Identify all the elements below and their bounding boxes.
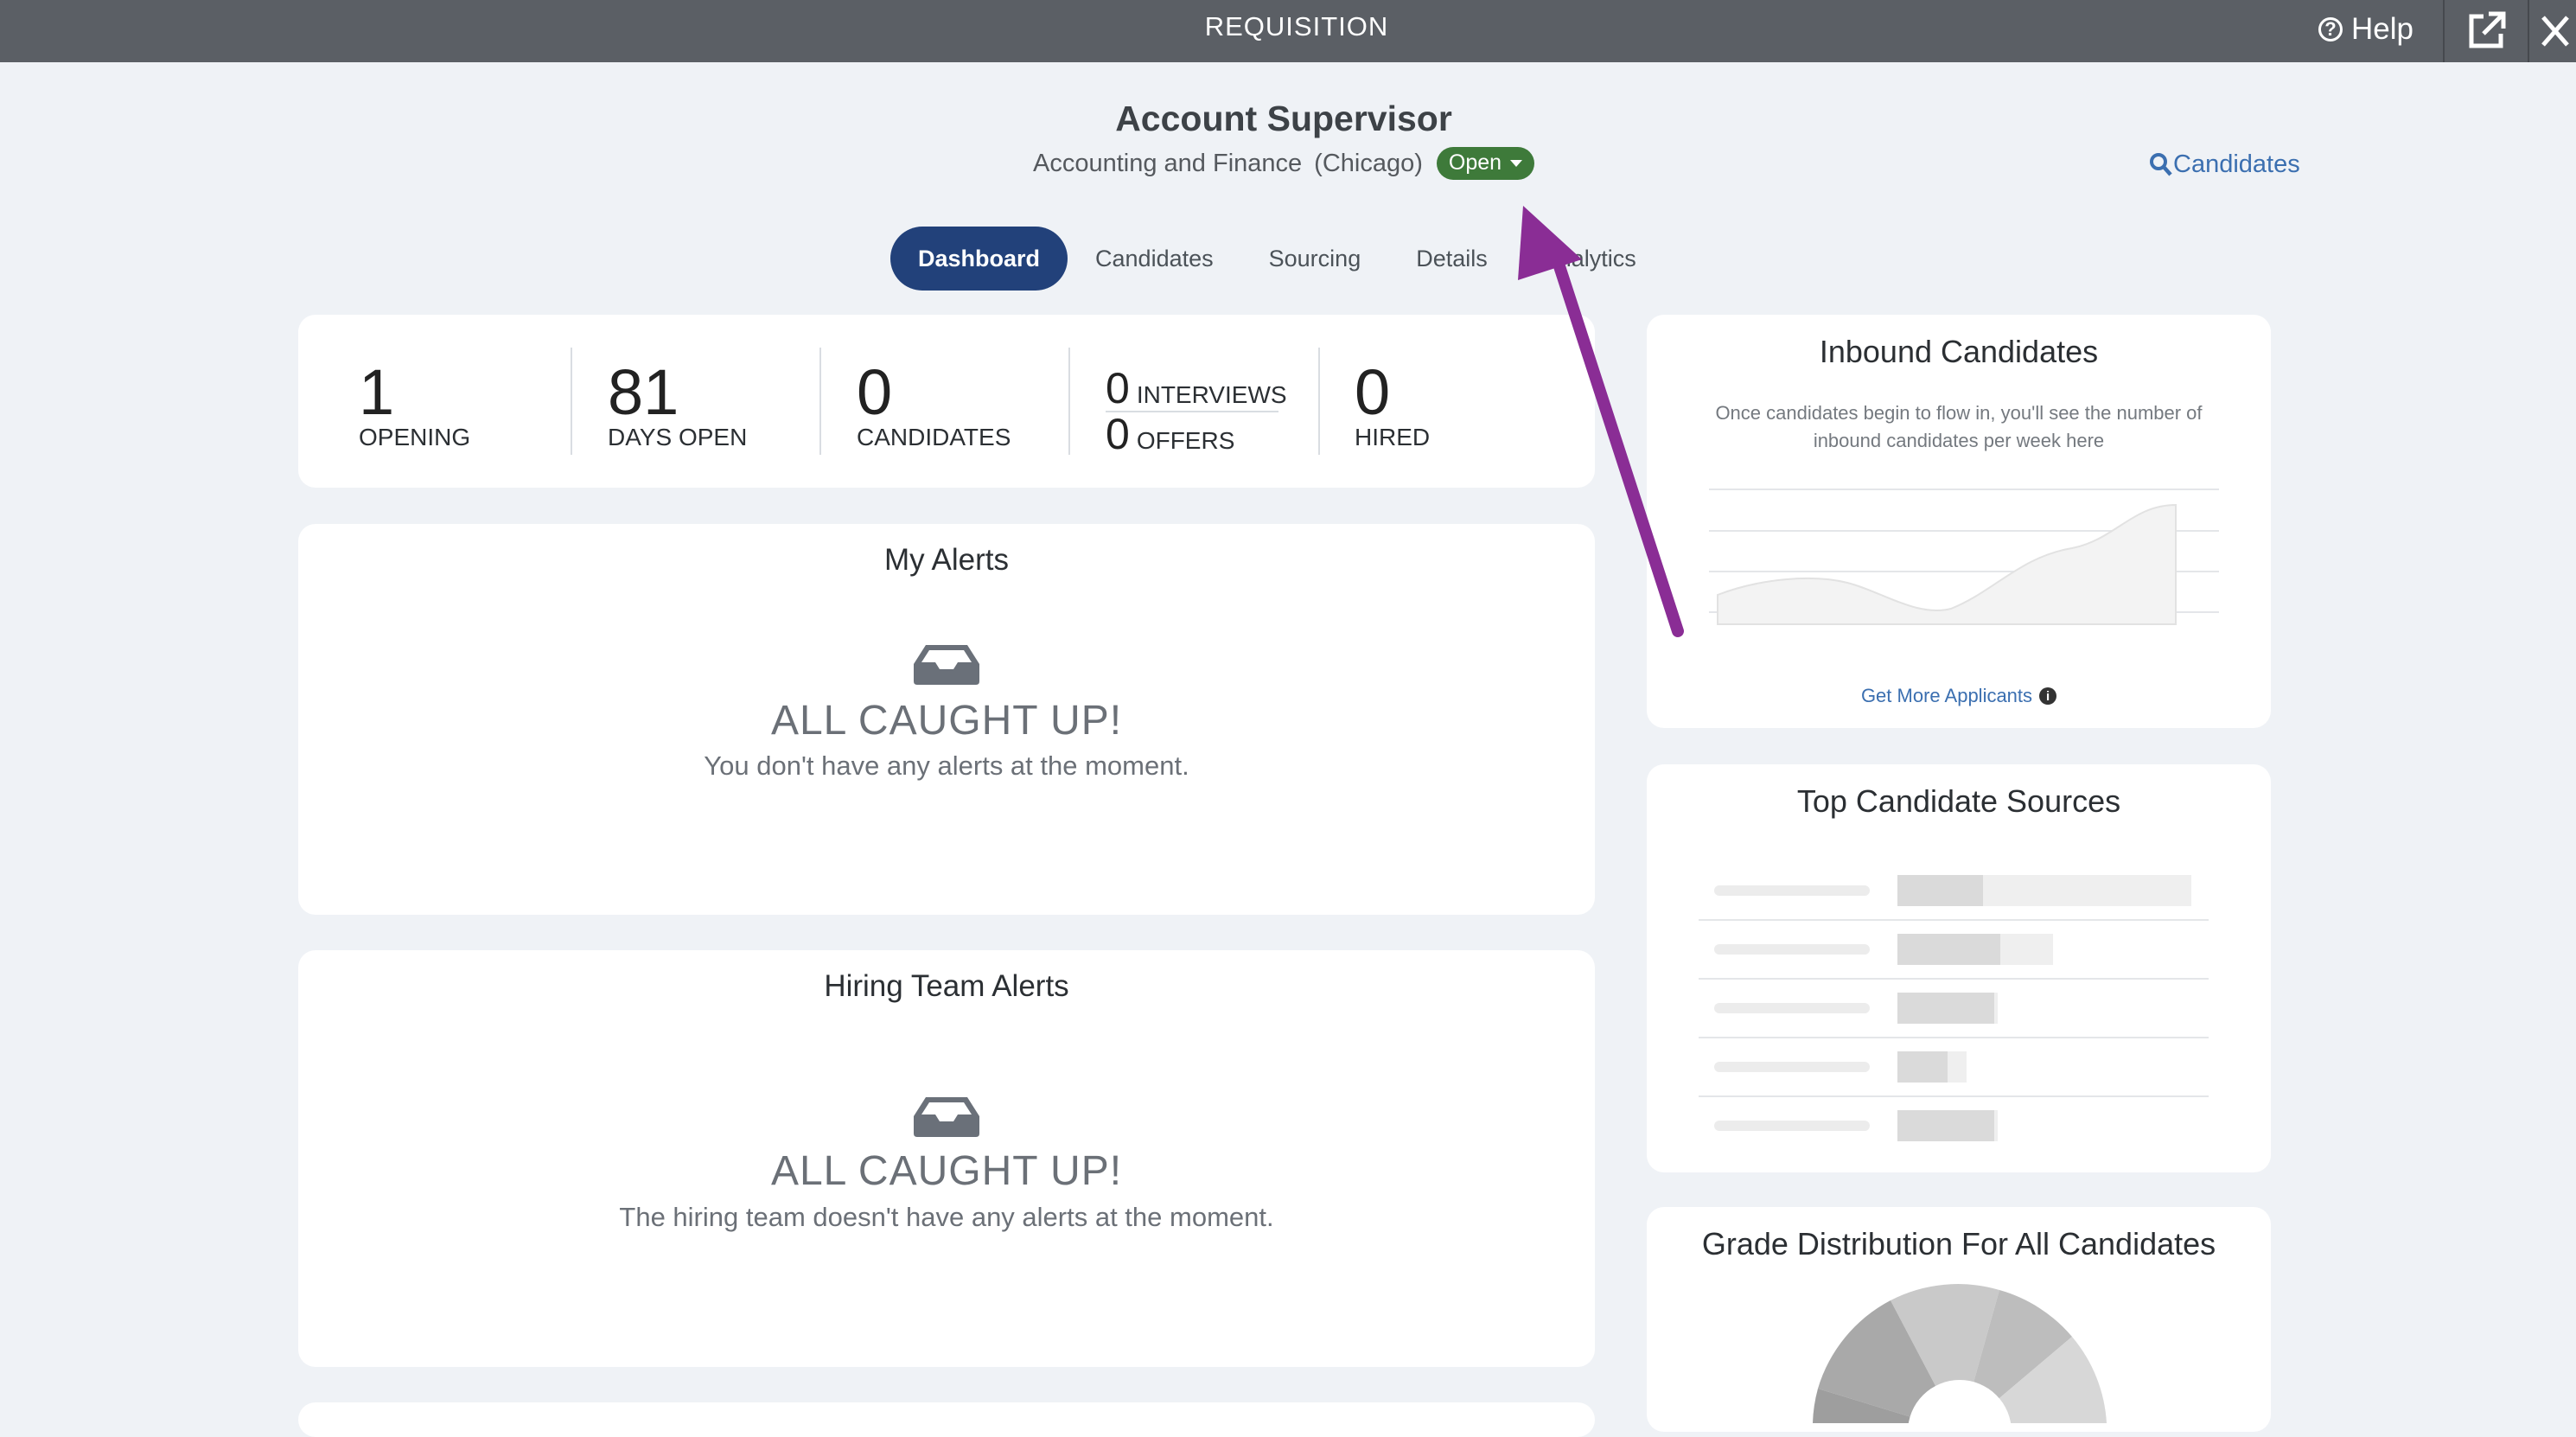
my-alerts-title: My Alerts xyxy=(884,543,1009,577)
source-bar xyxy=(1897,1051,1948,1083)
get-more-applicants-link[interactable]: Get More Applicants i xyxy=(1647,685,2271,707)
inbox-tray-icon xyxy=(914,1097,979,1137)
requisition-tabs: Dashboard Candidates Sourcing Details An… xyxy=(890,227,1664,291)
help-label: Help xyxy=(2351,12,2413,46)
stat-value: 1 xyxy=(359,356,395,428)
tab-candidates[interactable]: Candidates xyxy=(1068,227,1241,291)
requisition-title: Account Supervisor xyxy=(1115,99,1452,138)
close-icon xyxy=(2541,16,2569,47)
status-label: Open xyxy=(1448,150,1502,175)
tab-details[interactable]: Details xyxy=(1388,227,1515,291)
stat-candidates: 0 CANDIDATES xyxy=(857,356,1011,450)
no-alerts-message: You don't have any alerts at the moment. xyxy=(704,750,1189,781)
source-label-placeholder xyxy=(1714,1121,1870,1131)
help-button[interactable]: ? Help xyxy=(2318,7,2413,52)
stat-value: 0 xyxy=(1106,410,1130,458)
get-more-applicants-label: Get More Applicants xyxy=(1860,685,2033,706)
source-bar xyxy=(1897,1110,1994,1141)
top-candidate-sources-card: Top Candidate Sources xyxy=(1647,764,2271,1172)
source-bar xyxy=(1897,934,2000,965)
stat-label: OPENING xyxy=(359,424,471,450)
all-caught-up-heading: ALL CAUGHT UP! xyxy=(770,1148,1123,1194)
stat-label: DAYS OPEN xyxy=(608,424,748,450)
stat-divider xyxy=(1318,348,1320,455)
stat-label: HIRED xyxy=(1355,424,1431,450)
source-bar xyxy=(1897,875,1983,906)
department-label: Accounting and Finance xyxy=(1033,149,1303,177)
requisition-stats-card: 1 OPENING 81 DAYS OPEN 0 CANDIDATES 0 IN… xyxy=(298,315,1595,488)
stat-value: 0 xyxy=(1106,364,1130,412)
inbound-candidates-card: Inbound Candidates Once candidates begin… xyxy=(1647,315,2271,728)
tab-analytics[interactable]: Analytics xyxy=(1515,227,1664,291)
status-dropdown[interactable]: Open xyxy=(1436,147,1535,180)
open-in-new-window-button[interactable] xyxy=(2445,0,2528,62)
tab-dashboard[interactable]: Dashboard xyxy=(890,227,1068,291)
search-icon xyxy=(2150,152,2172,176)
stat-value: 81 xyxy=(608,356,679,428)
grade-distribution-placeholder-chart xyxy=(1813,1284,2107,1423)
source-label-placeholder xyxy=(1714,1062,1870,1072)
top-candidate-sources-title: Top Candidate Sources xyxy=(1796,783,2121,819)
stat-interviews: 0 INTERVIEWS xyxy=(1106,364,1287,412)
inbound-candidates-title: Inbound Candidates xyxy=(1819,334,2099,369)
tab-sourcing[interactable]: Sourcing xyxy=(1241,227,1389,291)
all-caught-up-heading: ALL CAUGHT UP! xyxy=(770,698,1123,744)
stat-value: 0 xyxy=(1355,356,1391,428)
stat-label: INTERVIEWS xyxy=(1136,381,1287,408)
candidates-search-link[interactable]: Candidates xyxy=(2149,150,2300,179)
window-title-bar: REQUISITION ? Help xyxy=(0,0,2576,62)
grade-distribution-title: Grade Distribution For All Candidates xyxy=(1701,1226,2216,1261)
question-circle-icon: ? xyxy=(2318,17,2343,42)
inbound-candidates-description: Once candidates begin to flow in, you'll… xyxy=(1715,402,2203,451)
source-label-placeholder xyxy=(1714,1003,1870,1013)
stat-offers: 0 OFFERS xyxy=(1106,410,1287,458)
my-alerts-card: My Alerts ALL CAUGHT UP! You don't have … xyxy=(298,524,1595,915)
top-sources-placeholder-chart xyxy=(1699,875,2209,1141)
stat-value: 0 xyxy=(857,356,893,428)
caret-down-icon xyxy=(1510,159,1523,167)
candidates-link-label: Candidates xyxy=(2173,150,2300,178)
window-title: REQUISITION xyxy=(1204,11,1389,42)
no-alerts-message: The hiring team doesn't have any alerts … xyxy=(619,1202,1274,1232)
inbox-tray-icon xyxy=(914,645,979,685)
grade-distribution-card: Grade Distribution For All Candidates xyxy=(1647,1207,2271,1432)
hiring-team-alerts-card: Hiring Team Alerts ALL CAUGHT UP! The hi… xyxy=(298,950,1595,1367)
stat-days-open: 81 DAYS OPEN xyxy=(608,356,748,450)
source-bar xyxy=(1897,993,1994,1024)
source-label-placeholder xyxy=(1714,885,1870,896)
external-link-icon xyxy=(2469,11,2506,48)
stat-opening: 1 OPENING xyxy=(359,356,471,450)
stat-hired: 0 HIRED xyxy=(1355,356,1431,450)
stat-inner-divider xyxy=(1106,411,1278,412)
requisition-subtitle: Accounting and Finance (Chicago) Open xyxy=(1033,147,1535,180)
stat-divider xyxy=(571,348,572,455)
stat-divider xyxy=(1068,348,1070,455)
stat-divider xyxy=(819,348,821,455)
source-label-placeholder xyxy=(1714,944,1870,955)
stat-label: OFFERS xyxy=(1136,427,1235,454)
inbound-placeholder-chart xyxy=(1709,489,2219,625)
stat-label: CANDIDATES xyxy=(857,424,1011,450)
info-icon: i xyxy=(2039,687,2057,705)
hiring-team-alerts-title: Hiring Team Alerts xyxy=(824,969,1069,1003)
additional-card-partial xyxy=(298,1402,1595,1437)
close-button[interactable] xyxy=(2529,0,2576,62)
location-label: (Chicago) xyxy=(1314,149,1423,177)
stat-interviews-offers: 0 INTERVIEWS 0 OFFERS xyxy=(1106,364,1287,458)
